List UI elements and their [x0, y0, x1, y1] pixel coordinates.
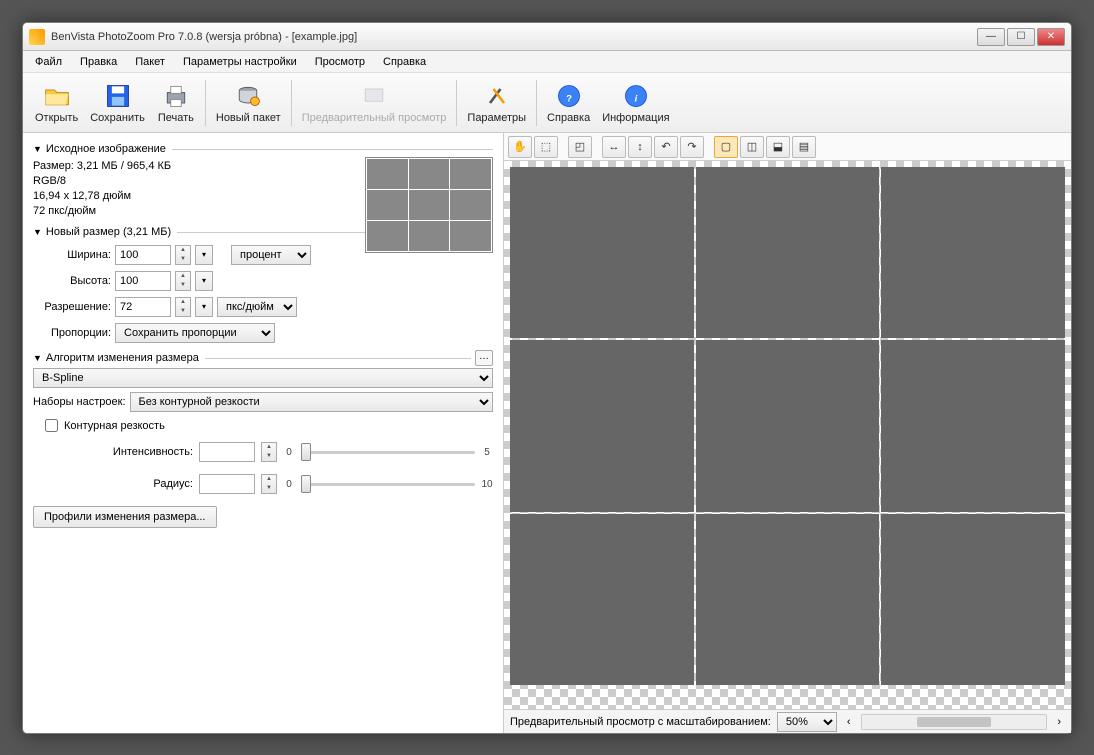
radius-input[interactable] — [199, 474, 255, 494]
print-button[interactable]: Печать — [151, 80, 201, 126]
rotate-ccw-button[interactable]: ↶ — [654, 136, 678, 158]
content-area: ▼ Исходное изображение Размер: 3,21 МБ /… — [23, 133, 1071, 733]
maximize-button[interactable]: ☐ — [1007, 28, 1035, 46]
presets-label: Наборы настроек: — [33, 396, 126, 408]
window-title: BenVista PhotoZoom Pro 7.0.8 (wersja pró… — [51, 31, 977, 43]
save-button[interactable]: Сохранить — [84, 80, 151, 126]
scroll-right-button[interactable]: › — [1053, 716, 1065, 728]
width-input[interactable] — [115, 245, 171, 265]
source-section-header[interactable]: ▼ Исходное изображение — [33, 143, 493, 155]
source-thumbnail[interactable] — [365, 157, 493, 253]
resolution-presets-button[interactable]: ▾ — [195, 297, 213, 317]
intensity-input[interactable] — [199, 442, 255, 462]
app-icon — [29, 29, 45, 45]
svg-text:i: i — [635, 93, 638, 104]
view-toolbar: ✋ ⬚ ◰ ↔ ↕ ↶ ↷ ▢ ◫ ⬓ ▤ — [504, 133, 1071, 161]
crop-tool-button[interactable]: ◰ — [568, 136, 592, 158]
unsharp-checkbox[interactable] — [45, 419, 58, 432]
collapse-icon: ▼ — [33, 144, 42, 154]
algo-options-button[interactable]: … — [475, 350, 493, 366]
width-label: Ширина: — [33, 249, 111, 261]
info-button[interactable]: iИнформация — [596, 80, 675, 126]
radius-label: Радиус: — [33, 478, 193, 490]
zoom-select[interactable]: 50% — [777, 712, 837, 732]
intensity-label: Интенсивность: — [33, 446, 193, 458]
aspect-label: Пропорции: — [33, 327, 111, 339]
intensity-slider[interactable] — [301, 442, 475, 462]
source-info: Размер: 3,21 МБ / 965,4 КБ RGB/8 16,94 x… — [33, 157, 493, 220]
radius-slider[interactable] — [301, 474, 475, 494]
scroll-left-button[interactable]: ‹ — [843, 716, 855, 728]
new-batch-button[interactable]: Новый пакет — [210, 80, 287, 126]
resolution-spinner[interactable]: ▲▼ — [175, 297, 191, 317]
width-spinner[interactable]: ▲▼ — [175, 245, 191, 265]
svg-text:?: ? — [566, 93, 572, 104]
resolution-label: Разрешение: — [33, 301, 111, 313]
flip-h-button[interactable]: ↔ — [602, 136, 626, 158]
radius-spinner[interactable]: ▲▼ — [261, 474, 277, 494]
minimize-button[interactable]: — — [977, 28, 1005, 46]
view-split-h-button[interactable]: ◫ — [740, 136, 764, 158]
view-grid-button[interactable]: ▤ — [792, 136, 816, 158]
intensity-spinner[interactable]: ▲▼ — [261, 442, 277, 462]
rotate-cw-button[interactable]: ↷ — [680, 136, 704, 158]
height-spinner[interactable]: ▲▼ — [175, 271, 191, 291]
menu-help[interactable]: Справка — [375, 53, 434, 71]
height-input[interactable] — [115, 271, 171, 291]
preview-image — [510, 167, 1065, 685]
collapse-icon: ▼ — [33, 227, 42, 237]
unit-select[interactable]: процент — [231, 245, 311, 265]
left-panel: ▼ Исходное изображение Размер: 3,21 МБ /… — [23, 133, 503, 733]
horizontal-scrollbar[interactable] — [861, 714, 1048, 730]
height-label: Высота: — [33, 275, 111, 287]
width-presets-button[interactable]: ▾ — [195, 245, 213, 265]
hand-tool-button[interactable]: ✋ — [508, 136, 532, 158]
main-toolbar: Открыть Сохранить Печать Новый пакет Пре… — [23, 73, 1071, 133]
preview-viewport[interactable] — [504, 161, 1071, 709]
resolution-unit-select[interactable]: пкс/дюйм — [217, 297, 297, 317]
collapse-icon: ▼ — [33, 353, 42, 363]
resolution-input[interactable] — [115, 297, 171, 317]
unsharp-label: Контурная резкость — [64, 420, 165, 432]
menu-settings[interactable]: Параметры настройки — [175, 53, 305, 71]
titlebar[interactable]: BenVista PhotoZoom Pro 7.0.8 (wersja pró… — [23, 23, 1071, 51]
zoom-label: Предварительный просмотр с масштабирован… — [510, 716, 771, 728]
menu-edit[interactable]: Правка — [72, 53, 125, 71]
view-single-button[interactable]: ▢ — [714, 136, 738, 158]
resize-profiles-button[interactable]: Профили изменения размера... — [33, 506, 217, 528]
menu-file[interactable]: Файл — [27, 53, 70, 71]
menu-view[interactable]: Просмотр — [307, 53, 373, 71]
flip-v-button[interactable]: ↕ — [628, 136, 652, 158]
aspect-select[interactable]: Сохранить пропорции — [115, 323, 275, 343]
select-tool-button[interactable]: ⬚ — [534, 136, 558, 158]
right-panel: ✋ ⬚ ◰ ↔ ↕ ↶ ↷ ▢ ◫ ⬓ ▤ — [503, 133, 1071, 733]
app-window: BenVista PhotoZoom Pro 7.0.8 (wersja pró… — [22, 22, 1072, 734]
presets-select[interactable]: Без контурной резкости — [130, 392, 493, 412]
menubar: Файл Правка Пакет Параметры настройки Пр… — [23, 51, 1071, 73]
view-split-v-button[interactable]: ⬓ — [766, 136, 790, 158]
preview-bottombar: Предварительный просмотр с масштабирован… — [504, 709, 1071, 733]
close-button[interactable]: ✕ — [1037, 28, 1065, 46]
algorithm-select[interactable]: B-Spline — [33, 368, 493, 388]
open-button[interactable]: Открыть — [29, 80, 84, 126]
height-presets-button[interactable]: ▾ — [195, 271, 213, 291]
menu-batch[interactable]: Пакет — [127, 53, 173, 71]
parameters-button[interactable]: Параметры — [461, 80, 532, 126]
help-button[interactable]: ?Справка — [541, 80, 596, 126]
algo-section-header[interactable]: ▼ Алгоритм изменения размера … — [33, 350, 493, 366]
preview-button[interactable]: Предварительный просмотр — [296, 80, 453, 126]
